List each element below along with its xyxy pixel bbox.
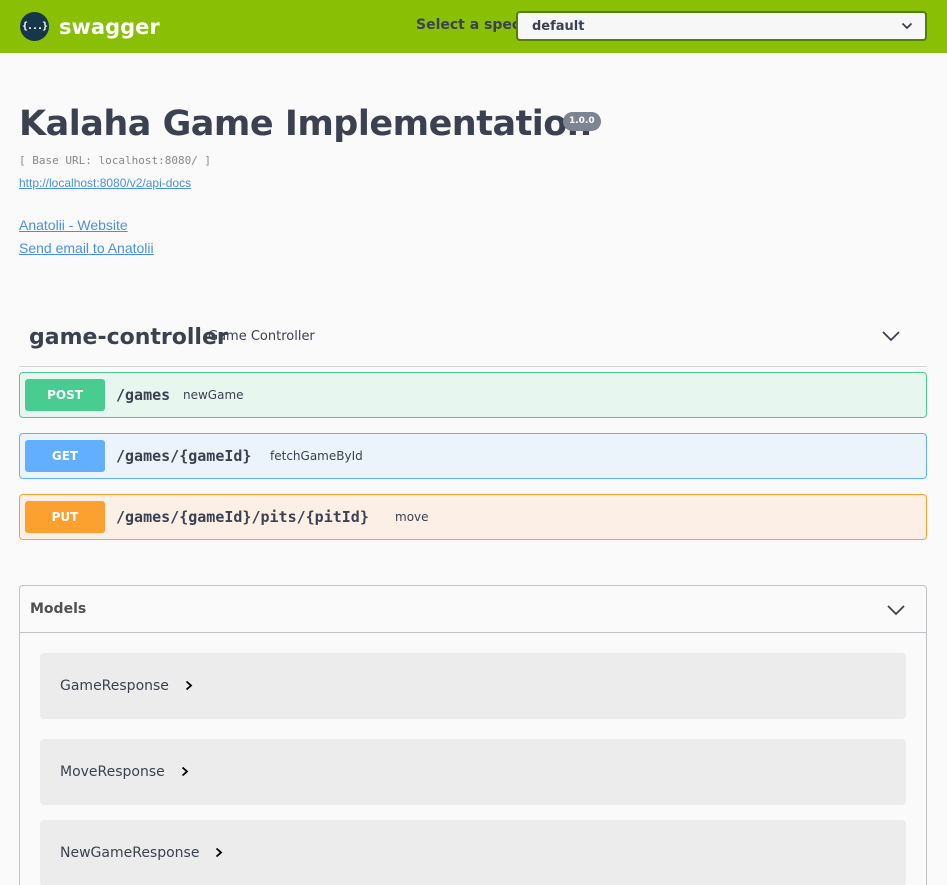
operation-post-games[interactable]: POST /games newGame: [19, 372, 927, 418]
chevron-right-icon[interactable]: [185, 680, 193, 691]
models-title: Models: [30, 601, 87, 617]
contact-email-link[interactable]: Send email to Anatolii: [19, 240, 154, 256]
tag-name: game-controller: [29, 325, 228, 350]
spec-select-value: default: [532, 19, 585, 34]
contact-website-link[interactable]: Anatolii - Website: [19, 217, 128, 233]
base-url: [ Base URL: localhost:8080/ ]: [19, 154, 212, 167]
operation-get-game-by-id[interactable]: GET /games/{gameId} fetchGameById: [19, 433, 927, 479]
operation-summary: move: [395, 510, 429, 524]
operation-path: /games: [116, 386, 171, 404]
model-name-label: GameResponse: [60, 678, 169, 694]
api-title: Kalaha Game Implementation: [19, 104, 592, 144]
chevron-right-icon[interactable]: [181, 766, 189, 777]
model-name: NewGameResponse: [60, 845, 223, 861]
tag-header-game-controller[interactable]: game-controller Game Controller: [19, 316, 927, 367]
operation-path: /games/{gameId}/pits/{pitId}: [116, 508, 369, 526]
model-name-label: MoveResponse: [60, 764, 165, 780]
model-new-game-response[interactable]: NewGameResponse: [40, 820, 906, 885]
model-game-response[interactable]: GameResponse: [40, 653, 906, 719]
chevron-down-icon: [901, 22, 913, 30]
spec-select[interactable]: default: [516, 11, 927, 41]
tag-description: Game Controller: [208, 329, 315, 344]
models-header[interactable]: Models: [20, 586, 926, 633]
method-badge: POST: [25, 379, 105, 411]
top-bar: {...} swagger Select a spec default: [0, 0, 947, 53]
method-badge: PUT: [25, 501, 105, 533]
operation-put-move[interactable]: PUT /games/{gameId}/pits/{pitId} move: [19, 494, 927, 540]
swagger-logo-icon: {...}: [20, 12, 49, 41]
operation-path: /games/{gameId}: [116, 447, 252, 465]
model-name: MoveResponse: [60, 764, 189, 780]
chevron-down-icon[interactable]: [881, 329, 901, 343]
method-badge: GET: [25, 440, 105, 472]
operation-summary: newGame: [183, 388, 244, 402]
swagger-logo[interactable]: {...} swagger: [20, 12, 160, 41]
logo-text: swagger: [59, 14, 160, 39]
api-docs-link[interactable]: http://localhost:8080/v2/api-docs: [19, 176, 191, 190]
model-move-response[interactable]: MoveResponse: [40, 739, 906, 805]
spec-select-label: Select a spec: [416, 17, 521, 33]
model-name: GameResponse: [60, 678, 193, 694]
chevron-down-icon[interactable]: [886, 603, 906, 617]
model-name-label: NewGameResponse: [60, 845, 200, 861]
version-badge: 1.0.0: [563, 112, 601, 131]
chevron-right-icon[interactable]: [215, 847, 223, 858]
operation-summary: fetchGameById: [270, 449, 363, 463]
models-section: Models GameResponse MoveResponse NewGame…: [19, 585, 927, 885]
